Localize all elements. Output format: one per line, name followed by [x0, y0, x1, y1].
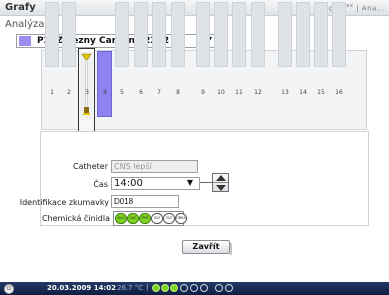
slot-number: 6 — [139, 89, 143, 96]
reagent-pyr-toggle[interactable]: PYR — [139, 213, 151, 224]
reagents-label: Chemická činidla — [41, 214, 110, 223]
slot-number: 3 — [85, 89, 89, 96]
slot-number: 16 — [335, 89, 343, 96]
slot-number: 9 — [201, 89, 205, 96]
slot-number: 7 — [157, 89, 161, 96]
slot-number: 1 — [50, 89, 54, 96]
page-subtitle: Analýza — [5, 19, 45, 30]
slot-number: 12 — [254, 89, 262, 96]
status-indicator-icon — [180, 284, 188, 292]
slot-6[interactable] — [134, 2, 148, 67]
catheter-icon — [80, 52, 93, 120]
close-button[interactable]: Zavřít — [182, 240, 232, 255]
reagent-glu-toggle[interactable]: GLU — [115, 213, 127, 224]
slot-number: 5 — [120, 89, 124, 96]
slot-1[interactable] — [45, 2, 59, 67]
status-separator: | — [146, 283, 149, 291]
arrow-down-icon[interactable] — [216, 185, 226, 191]
time-select-value: 14:00 — [114, 178, 143, 189]
status-indicator-icon — [200, 284, 208, 292]
sample-id-label: Identifikace zkumavky — [19, 198, 109, 207]
catheter-field: CNS lepší — [111, 160, 198, 173]
reagent-gly-toggle[interactable]: GLY — [151, 213, 163, 224]
sample-form-panel — [40, 131, 369, 226]
slot-9[interactable] — [196, 2, 210, 67]
reagent-urea-toggle[interactable]: UREA — [175, 213, 187, 224]
time-select[interactable]: 14:00 ▼ — [111, 177, 200, 190]
slot-number: 2 — [67, 89, 71, 96]
slot-16[interactable] — [332, 2, 346, 67]
status-datetime: 20.03.2009 14:02 — [47, 284, 117, 292]
reagent-lac-toggle[interactable]: LAC — [127, 213, 139, 224]
arrow-up-icon[interactable] — [216, 175, 226, 181]
status-indicator-icon — [161, 284, 169, 292]
slot-number: 4 — [103, 89, 107, 96]
status-indicator-icon — [190, 284, 198, 292]
slot-number: 11 — [235, 89, 243, 96]
slot-4-filled[interactable] — [97, 51, 112, 117]
slot-number: 8 — [176, 89, 180, 96]
status-indicator-icon — [170, 284, 178, 292]
slot-15[interactable] — [314, 2, 328, 67]
chevron-down-icon: ▼ — [186, 178, 193, 187]
slot-5[interactable] — [115, 2, 129, 67]
slot-11[interactable] — [232, 2, 246, 67]
time-label: Čas — [93, 180, 108, 189]
slot-2[interactable] — [62, 2, 76, 67]
reagent-glt-toggle[interactable]: GLT — [163, 213, 175, 224]
slot-number: 15 — [317, 89, 325, 96]
slot-7[interactable] — [152, 2, 166, 67]
status-indicator-icon — [225, 284, 233, 292]
slot-number: 13 — [281, 89, 289, 96]
sample-id-input[interactable] — [111, 195, 179, 208]
slot-14[interactable] — [296, 2, 310, 67]
slot-10[interactable] — [214, 2, 228, 67]
slot-number: 10 — [217, 89, 225, 96]
time-stepper[interactable] — [212, 173, 229, 192]
stepper-connector — [200, 182, 212, 183]
slot-number: 14 — [299, 89, 307, 96]
window-title: Grafy — [5, 2, 36, 13]
slot-13[interactable] — [278, 2, 292, 67]
status-indicator-icon — [215, 284, 223, 292]
stepper-divider — [213, 182, 228, 183]
status-temperature: 26.7 °C — [117, 284, 144, 292]
power-icon[interactable]: ⏻ — [4, 284, 14, 294]
slot-8[interactable] — [171, 2, 185, 67]
status-indicator-icon — [152, 284, 160, 292]
slot-12[interactable] — [251, 2, 265, 67]
patient-color-swatch — [19, 36, 31, 46]
catheter-label: Catheter — [73, 162, 108, 171]
